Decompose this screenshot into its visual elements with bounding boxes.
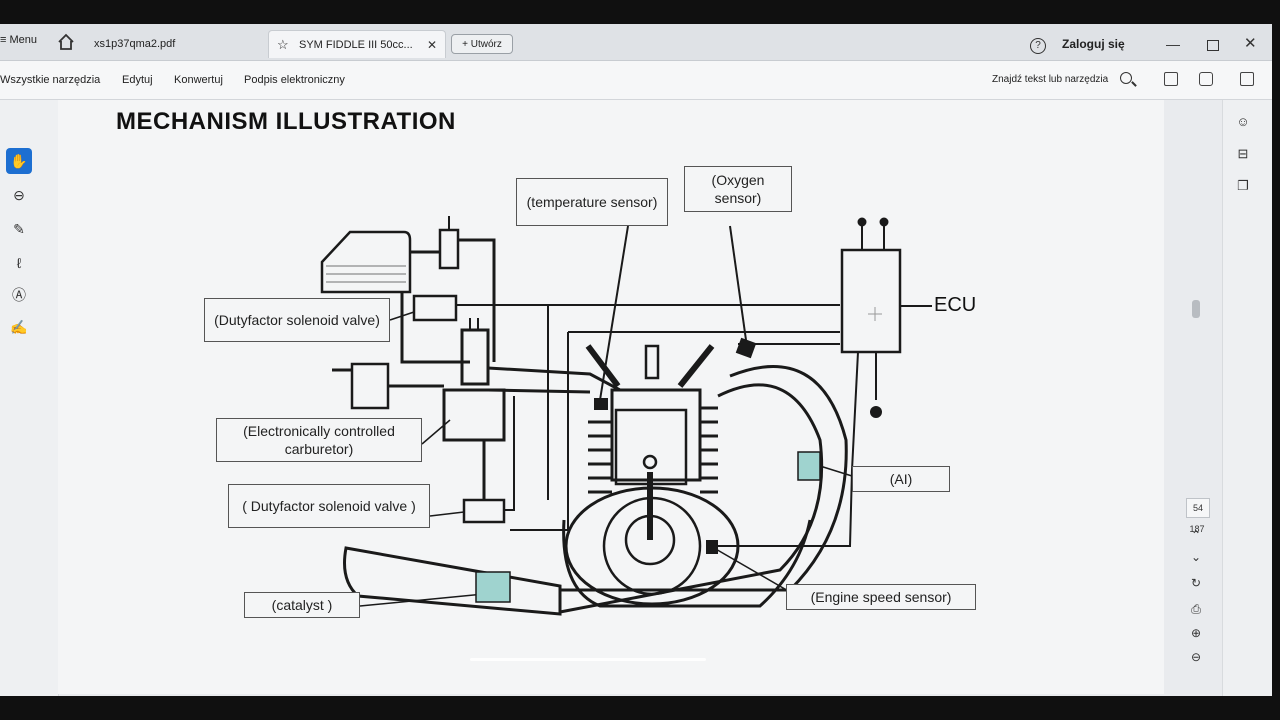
label-carburetor: (Electronically controlled carburetor) [216,418,422,462]
label-duty-solenoid-top: (Dutyfactor solenoid valve) [204,298,390,342]
label-duty-solenoid-bottom: ( Dutyfactor solenoid valve ) [228,484,430,528]
label-ecu: ECU [934,294,977,316]
ai-sensor [797,451,821,481]
label-temperature-sensor: (temperature sensor) [516,178,668,226]
label-oxygen-sensor: (Oxygen sensor) [684,166,792,212]
carburetor [442,388,506,442]
solenoid-valve-bottom [462,498,506,524]
ecu-box [840,248,902,354]
fuel-filter [438,228,460,270]
engine-mechanism-diagram [320,216,932,616]
screen-glare [470,658,706,661]
exhaust-pipe [559,383,824,614]
fuel-tank [320,230,412,294]
air-filter-box [350,362,390,410]
catalyst [475,571,511,603]
label-ai: (AI) [852,466,950,492]
label-engine-speed-sensor: (Engine speed sensor) [786,584,976,610]
ground-icon [870,406,882,418]
label-catalyst: (catalyst ) [244,592,360,618]
solenoid-valve-top [412,294,458,322]
